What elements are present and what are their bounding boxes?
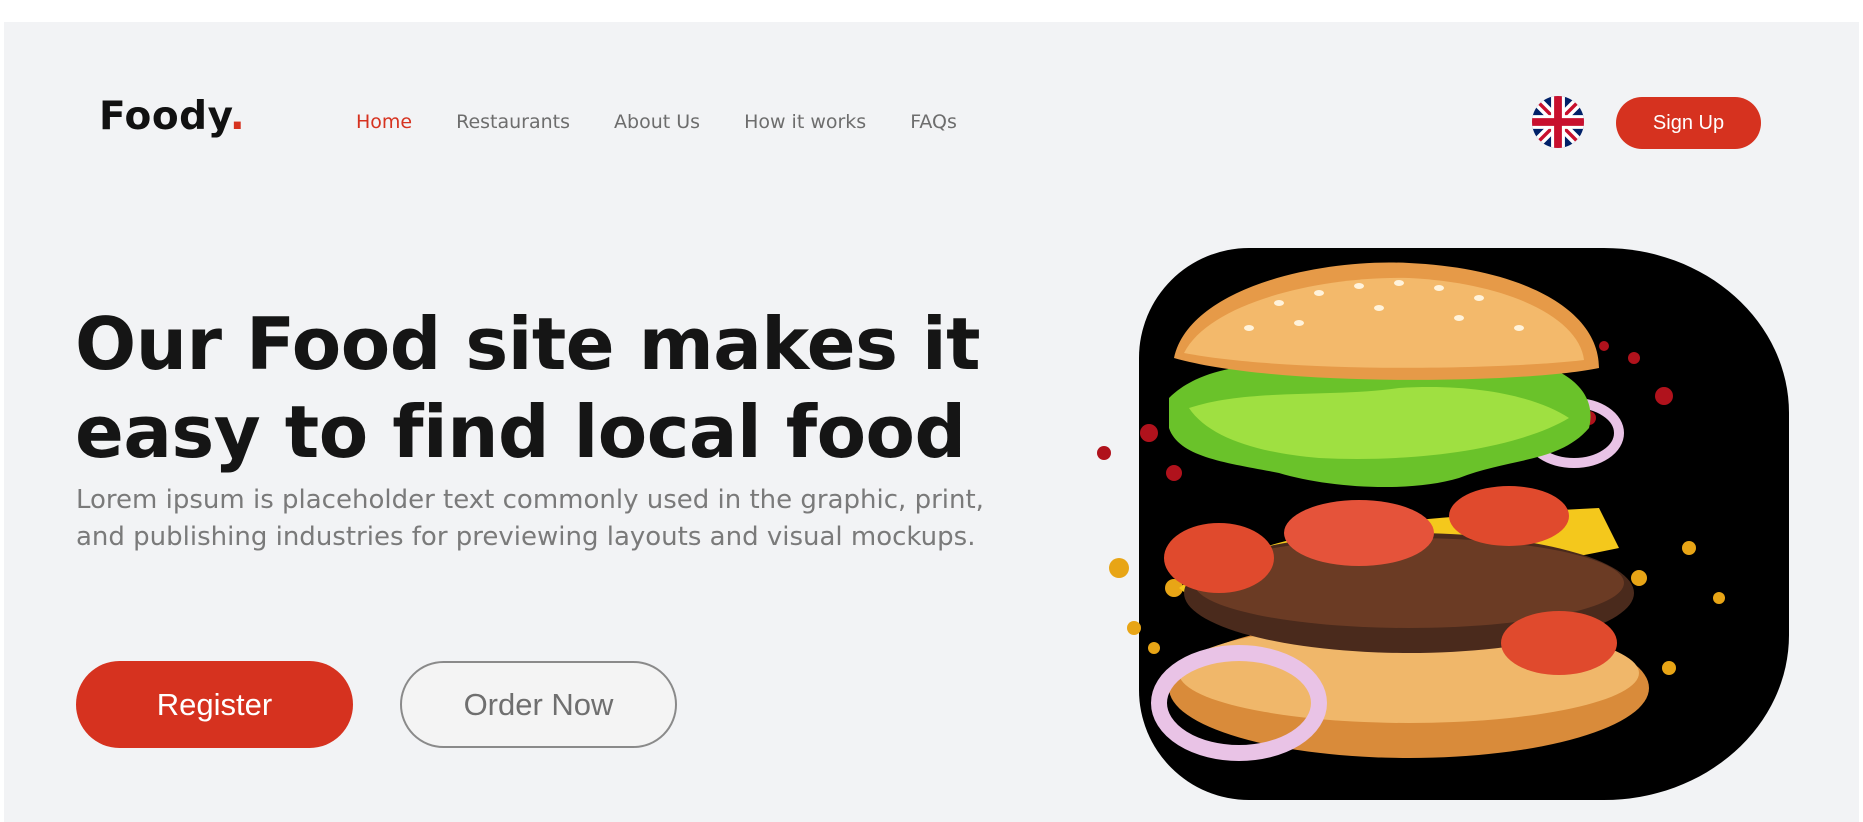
hero-title: Our Food site makes it easy to find loca… (75, 302, 981, 474)
logo-text: Foody (99, 94, 230, 139)
nav-link-about-us[interactable]: About Us (614, 111, 700, 133)
burger-illustration (1097, 262, 1725, 761)
landing-page: Foody. Home Restaurants About Us How it … (4, 22, 1859, 822)
nav-link-how-it-works[interactable]: How it works (744, 111, 866, 133)
main-nav: Home Restaurants About Us How it works F… (356, 111, 1001, 133)
uk-flag-icon[interactable] (1532, 96, 1584, 148)
order-now-button[interactable]: Order Now (400, 661, 677, 748)
nav-link-home[interactable]: Home (356, 111, 412, 133)
logo[interactable]: Foody. (99, 94, 245, 139)
hero-subtitle: Lorem ipsum is placeholder text commonly… (76, 485, 984, 552)
nav-link-faqs[interactable]: FAQs (910, 111, 957, 133)
sign-up-button[interactable]: Sign Up (1616, 97, 1761, 149)
nav-link-restaurants[interactable]: Restaurants (456, 111, 570, 133)
register-button[interactable]: Register (76, 661, 353, 748)
hero-burger-image (1097, 248, 1789, 800)
logo-dot: . (229, 94, 246, 139)
